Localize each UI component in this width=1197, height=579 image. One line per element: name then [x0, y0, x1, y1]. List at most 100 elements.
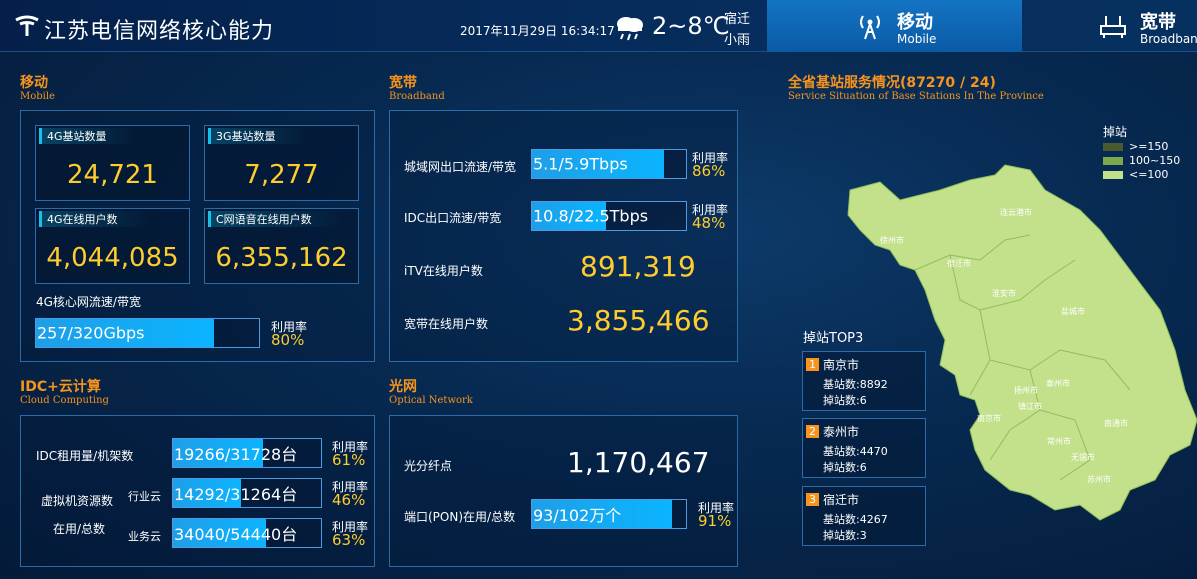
- stat-label: 4G基站数量: [39, 128, 137, 144]
- core-rate-value: 80%: [271, 331, 305, 349]
- city-label: 淮安市: [992, 289, 1016, 298]
- tab-broadband-label: 宽带: [1140, 12, 1176, 33]
- city-label: 南京市: [977, 414, 1001, 423]
- mobile-section-subtitle: Mobile: [20, 91, 55, 102]
- bar-text: 93/102万个: [533, 506, 622, 525]
- rank-badge: 1: [806, 358, 819, 371]
- industry-rate: 46%: [332, 491, 366, 509]
- stat-cnet-voice-users: C网语音在线用户数 6,355,162: [204, 208, 359, 284]
- top3-title: 掉站TOP3: [803, 331, 864, 346]
- optical-panel: [389, 415, 738, 567]
- top3-city: 泰州市: [823, 425, 860, 439]
- tab-broadband-sub: Broadband: [1140, 32, 1197, 46]
- city-label: 连云港市: [1000, 208, 1032, 217]
- top3-stations: 基站数:4470: [823, 445, 888, 458]
- weather-city: 宿迁: [724, 12, 751, 27]
- map-section-subtitle: Service Situation of Base Stations In Th…: [788, 91, 1044, 102]
- pon-port-label: 端口(PON)在用/总数: [404, 510, 516, 524]
- stat-3g-stations: 3G基站数量 7,277: [204, 125, 359, 201]
- metro-egress-bar: 5.1/5.9Tbps: [531, 149, 687, 179]
- top3-stations: 基站数:4267: [823, 513, 888, 526]
- rain-cloud-icon: [617, 17, 643, 41]
- top3-dropped: 掉站数:6: [823, 461, 867, 474]
- top3-city: 宿迁市: [823, 493, 860, 507]
- business-rate: 63%: [332, 531, 366, 549]
- header-bar: 江苏电信网络核心能力 2017年11月29日 16:34:17 2~8℃ 宿迁 …: [0, 0, 1197, 52]
- bar-text: 257/320Gbps: [37, 323, 145, 343]
- bar-text: 19266/31728台: [174, 445, 298, 464]
- legend-item: <=100: [1103, 168, 1168, 181]
- legend-label: >=150: [1129, 140, 1169, 153]
- fiber-point-value: 1,170,467: [567, 446, 710, 479]
- city-label: 常州市: [1047, 437, 1071, 446]
- legend-swatch: [1103, 171, 1123, 179]
- stat-4g-online-users: 4G在线用户数 4,044,085: [35, 208, 190, 284]
- core-network-label: 4G核心网流速/带宽: [36, 295, 141, 309]
- tab-mobile[interactable]: 移动 Mobile: [767, 0, 1022, 52]
- stat-label: 4G在线用户数: [39, 211, 148, 227]
- business-cloud-bar: 34040/54440台: [172, 518, 322, 548]
- idc-section-title: IDC+云计算: [20, 379, 101, 395]
- legend-title: 掉站: [1103, 125, 1128, 139]
- idc-egress-bar: 10.8/22.5Tbps: [531, 201, 687, 231]
- city-label: 宿迁市: [947, 259, 971, 268]
- legend-item: 100~150: [1103, 154, 1180, 167]
- stat-4g-stations: 4G基站数量 24,721: [35, 125, 190, 201]
- broadband-online-value: 3,855,466: [567, 304, 710, 337]
- itv-label: iTV在线用户数: [404, 264, 483, 278]
- vm-usage-label: 在用/总数: [53, 522, 106, 536]
- stat-value: 7,277: [244, 160, 319, 190]
- idc-egress-label: IDC出口流速/带宽: [404, 211, 502, 225]
- top3-card[interactable]: 3 宿迁市 基站数:4267 掉站数:3: [802, 486, 926, 546]
- idc-rent-bar: 19266/31728台: [172, 438, 322, 468]
- optical-section-subtitle: Optical Network: [389, 395, 473, 406]
- top3-stations: 基站数:8892: [823, 378, 888, 391]
- rank-badge: 3: [806, 493, 819, 506]
- bar-text: 34040/54440台: [174, 525, 298, 544]
- city-label: 苏州市: [1087, 475, 1111, 484]
- city-label: 无锡市: [1071, 453, 1095, 462]
- city-label: 扬州市: [1014, 386, 1038, 395]
- bar-text: 5.1/5.9Tbps: [533, 154, 628, 174]
- router-icon: [1100, 16, 1126, 38]
- idc-rent-rate: 61%: [332, 451, 366, 469]
- weather-description: 小雨: [724, 33, 751, 48]
- tab-broadband[interactable]: 宽带 Broadband: [1022, 0, 1197, 52]
- app-title: 江苏电信网络核心能力: [44, 19, 275, 44]
- legend-swatch: [1103, 143, 1123, 151]
- city-label: 徐州市: [880, 236, 904, 245]
- datetime: 2017年11月29日 16:34:17: [460, 24, 615, 38]
- legend-item: >=150: [1103, 140, 1168, 153]
- top3-dropped: 掉站数:3: [823, 529, 867, 542]
- bar-text: 10.8/22.5Tbps: [533, 206, 649, 226]
- industry-cloud-label: 行业云: [128, 490, 161, 503]
- top3-card[interactable]: 2 泰州市 基站数:4470 掉站数:6: [802, 418, 926, 478]
- city-label: 镇江市: [1018, 402, 1042, 411]
- top3-dropped: 掉站数:6: [823, 394, 867, 407]
- broadband-section-title: 宽带: [389, 75, 417, 91]
- vm-resources-label: 虚拟机资源数: [41, 494, 114, 508]
- city-label: 盐城市: [1061, 307, 1085, 316]
- idc-rate-value: 48%: [692, 214, 726, 232]
- stat-value: 6,355,162: [215, 243, 348, 273]
- industry-cloud-bar: 14292/31264台: [172, 478, 322, 508]
- city-label: 泰州市: [1046, 379, 1070, 388]
- pon-port-bar: 93/102万个: [531, 499, 687, 529]
- core-network-bar: 257/320Gbps: [35, 318, 260, 348]
- top3-card[interactable]: 1 南京市 基站数:8892 掉站数:6: [802, 351, 926, 411]
- pon-rate: 91%: [698, 512, 732, 530]
- temperature: 2~8℃: [652, 12, 730, 40]
- metro-rate-value: 86%: [692, 162, 726, 180]
- stat-value: 4,044,085: [46, 243, 179, 273]
- optical-section-title: 光网: [389, 379, 417, 395]
- stat-value: 24,721: [67, 160, 158, 190]
- legend-label: <=100: [1129, 168, 1169, 181]
- telecom-logo-icon: [15, 15, 39, 36]
- top3-city: 南京市: [823, 358, 860, 372]
- bar-text: 14292/31264台: [174, 485, 298, 504]
- rank-badge: 2: [806, 425, 819, 438]
- antenna-icon: [860, 15, 880, 40]
- stat-label: C网语音在线用户数: [208, 211, 342, 227]
- broadband-section-subtitle: Broadband: [389, 91, 445, 102]
- city-label: 南通市: [1104, 419, 1128, 428]
